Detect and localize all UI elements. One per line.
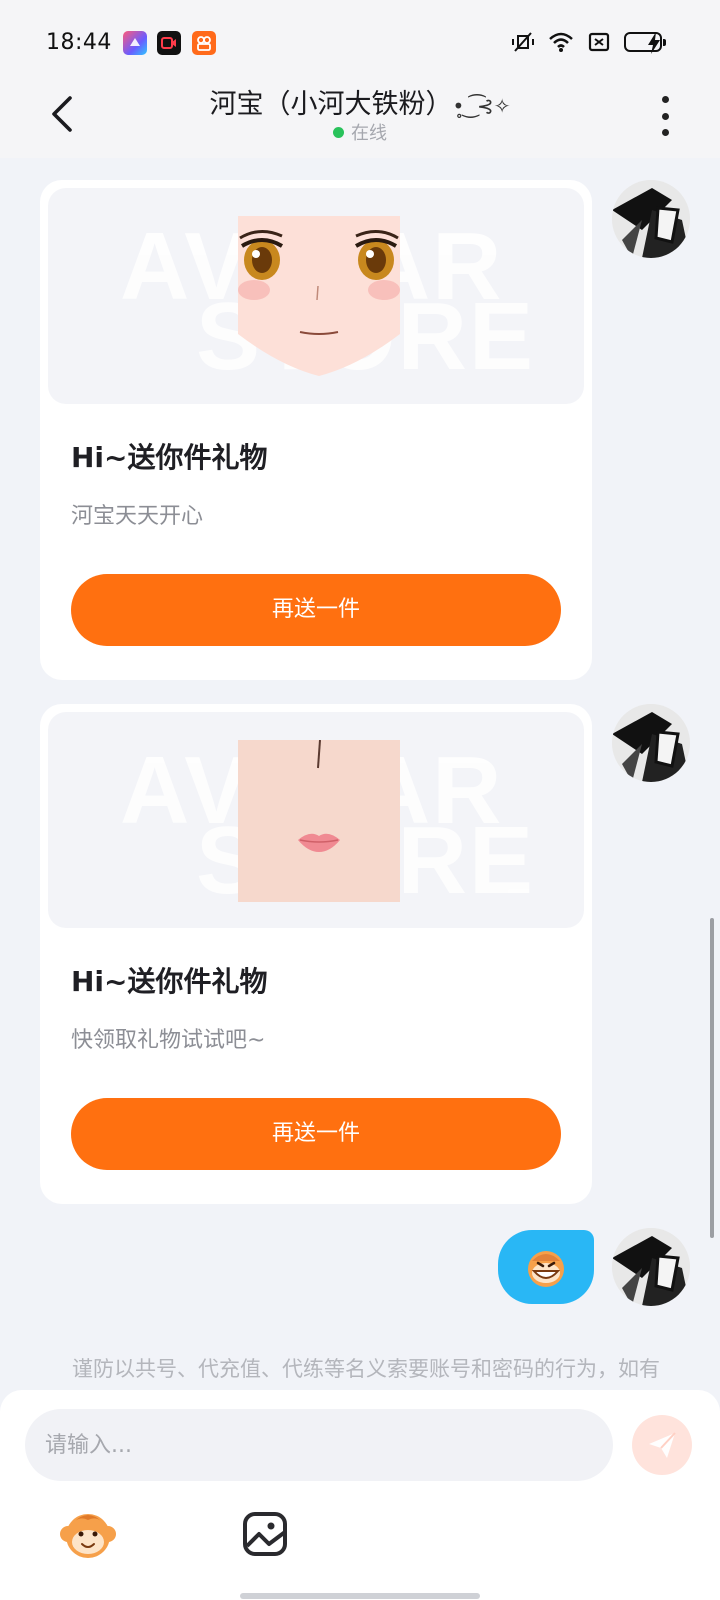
avatar[interactable] — [612, 1228, 690, 1306]
status-bar: 18:44 — [0, 0, 720, 80]
shortcuts-app-icon — [123, 31, 147, 55]
sim-icon — [588, 32, 610, 52]
grinning-monkey-emoji — [528, 1251, 564, 1287]
gift-card: AVATAR STORE Hi~送你件礼物 河宝天天开心 再送一件 — [40, 180, 592, 680]
anime-face-eyes-gift — [238, 216, 400, 376]
gift-card: AVATAR STORE Hi~送你件礼物 快领取礼物试试吧~ 再送一件 — [40, 704, 592, 1204]
screen-recorder-app-icon — [157, 31, 181, 55]
gift-card-message: 快领取礼物试试吧~ — [71, 1028, 266, 1053]
gift-image-area: AVATAR STORE — [48, 188, 584, 404]
wifi-icon — [549, 32, 573, 52]
face-lips-gift — [238, 740, 400, 902]
send-icon — [649, 1432, 676, 1458]
online-status: 在线 — [0, 119, 720, 145]
image-icon[interactable] — [235, 1504, 295, 1564]
online-label: 在线 — [351, 123, 387, 144]
status-time: 18:44 — [46, 30, 112, 55]
gift-card-title: Hi~送你件礼物 — [71, 965, 268, 998]
title-decoration: •̥ ͜ ͡⊰✧ — [452, 94, 511, 118]
emoji-message-bubble[interactable] — [498, 1230, 594, 1304]
message-input[interactable] — [25, 1409, 613, 1481]
video-app-icon — [192, 31, 216, 55]
avatar[interactable] — [612, 180, 690, 258]
scrollbar[interactable] — [710, 918, 714, 1238]
send-again-button[interactable]: 再送一件 — [71, 574, 561, 646]
gift-card-title: Hi~送你件礼物 — [71, 441, 268, 474]
contact-name: 河宝（小河大铁粉） — [209, 89, 453, 120]
chat-header: 河宝（小河大铁粉）•̥ ͜ ͡⊰✧ 在线 — [0, 80, 720, 158]
online-dot — [333, 127, 344, 138]
monkey-emoji-icon[interactable] — [58, 1504, 118, 1564]
avatar[interactable] — [612, 704, 690, 782]
more-options-icon[interactable] — [656, 96, 674, 136]
home-indicator[interactable] — [240, 1593, 480, 1599]
vibrate-mute-icon — [512, 32, 534, 52]
composer-panel — [0, 1390, 720, 1600]
page-title: 河宝（小河大铁粉）•̥ ͜ ͡⊰✧ — [0, 82, 720, 121]
send-button[interactable] — [632, 1415, 692, 1475]
charging-icon — [648, 32, 660, 54]
gift-card-message: 河宝天天开心 — [71, 504, 204, 529]
send-again-button[interactable]: 再送一件 — [71, 1098, 561, 1170]
gift-image-area: AVATAR STORE — [48, 712, 584, 928]
